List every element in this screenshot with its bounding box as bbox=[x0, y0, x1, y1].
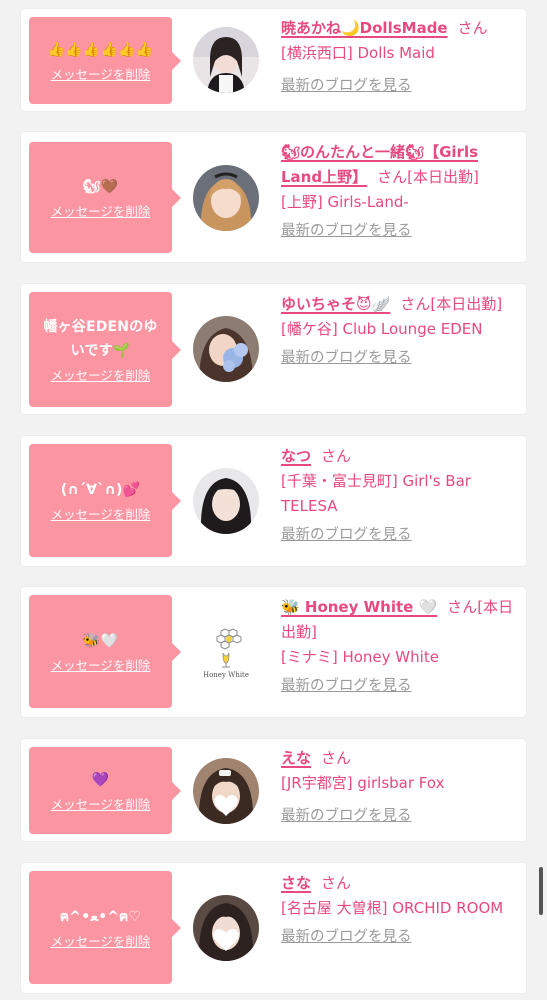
shop-label: [上野] Girls-Land- bbox=[281, 193, 409, 211]
sender-info: 🐝 Honey White 🤍 さん[本日出勤] [ミナミ] Honey Whit… bbox=[281, 595, 521, 699]
message-card: 💜 メッセージを削除 えな さん [JR宇都宮] girlsbar Fox 最新の… bbox=[21, 739, 526, 841]
message-bubble: ฅ^•ﻌ•^ฅ♡ メッセージを削除 bbox=[29, 871, 181, 984]
message-bubble: 💜 メッセージを削除 bbox=[29, 747, 181, 834]
avatar[interactable] bbox=[193, 316, 259, 382]
delete-message-link[interactable]: メッセージを削除 bbox=[51, 655, 151, 674]
work-status: [本日出勤] bbox=[430, 295, 503, 313]
avatar[interactable] bbox=[193, 165, 259, 231]
message-card: 🐿🤎 メッセージを削除 🐿のんたんと一緒🐿【Girls Land上野】 さん[本日… bbox=[21, 132, 526, 262]
message-card: 🐝🤍 メッセージを削除 Honey White 🐝 Honey White 🤍 … bbox=[21, 587, 526, 717]
sender-name-link[interactable]: 🐝 Honey White 🤍 bbox=[281, 598, 437, 616]
latest-blog-link[interactable]: 最新のブログを見る bbox=[281, 804, 521, 829]
shop-label: [JR宇都宮] girlsbar Fox bbox=[281, 774, 445, 792]
work-status: [本日出勤] bbox=[407, 168, 479, 186]
message-text: 💜 bbox=[91, 772, 110, 788]
latest-blog-link[interactable]: 最新のブログを見る bbox=[281, 219, 521, 244]
latest-blog-link[interactable]: 最新のブログを見る bbox=[281, 74, 521, 99]
message-card: ฅ^•ﻌ•^ฅ♡ メッセージを削除 さな さん [名古屋 大曽根] ORCHID … bbox=[21, 863, 526, 993]
delete-message-link[interactable]: メッセージを削除 bbox=[51, 365, 151, 384]
shop-label: [幡ケ谷] Club Lounge EDEN bbox=[281, 320, 483, 338]
sender-info: 🐿のんたんと一緒🐿【Girls Land上野】 さん[本日出勤] [上野] Gir… bbox=[281, 140, 521, 244]
honey-white-logo[interactable]: Honey White bbox=[193, 619, 259, 685]
honorific: さん bbox=[321, 447, 352, 465]
sender-name-link[interactable]: さな bbox=[281, 874, 311, 892]
message-bubble: (∩´∀`∩)💕 メッセージを削除 bbox=[29, 444, 181, 557]
delete-message-link[interactable]: メッセージを削除 bbox=[51, 504, 151, 523]
message-card: 幡ヶ谷EDENのゆいです🌱 メッセージを削除 ゆいちゃそ😈🪽 さん[本日出勤] [… bbox=[21, 284, 526, 414]
message-bubble: 幡ヶ谷EDENのゆいです🌱 メッセージを削除 bbox=[29, 292, 181, 407]
delete-message-link[interactable]: メッセージを削除 bbox=[51, 201, 151, 220]
latest-blog-link[interactable]: 最新のブログを見る bbox=[281, 523, 521, 548]
avatar[interactable] bbox=[193, 895, 259, 961]
sender-info: ゆいちゃそ😈🪽 さん[本日出勤] [幡ケ谷] Club Lounge EDEN 最… bbox=[281, 292, 521, 371]
sender-info: さな さん [名古屋 大曽根] ORCHID ROOM 最新のブログを見る bbox=[281, 871, 521, 950]
sender-name-link[interactable]: ゆいちゃそ😈🪽 bbox=[281, 295, 390, 313]
sender-info: 暁あかね🌙DollsMade さん [横浜西口] Dolls Maid 最新のブロ… bbox=[281, 16, 521, 99]
honorific: さん bbox=[400, 295, 431, 313]
message-text: 🐝🤍 bbox=[82, 633, 119, 649]
latest-blog-link[interactable]: 最新のブログを見る bbox=[281, 925, 521, 950]
honorific: さん bbox=[321, 749, 352, 767]
message-feed: 👍👍👍👍👍👍 メッセージを削除 暁あかね🌙DollsMade さん [横浜西口] … bbox=[0, 0, 547, 1000]
avatar[interactable] bbox=[193, 27, 259, 93]
latest-blog-link[interactable]: 最新のブログを見る bbox=[281, 346, 521, 371]
message-text: ฅ^•ﻌ•^ฅ♡ bbox=[59, 909, 142, 925]
shop-label: [名古屋 大曽根] ORCHID ROOM bbox=[281, 899, 504, 917]
message-bubble: 🐿🤎 メッセージを削除 bbox=[29, 142, 181, 253]
message-bubble: 👍👍👍👍👍👍 メッセージを削除 bbox=[29, 17, 181, 104]
delete-message-link[interactable]: メッセージを削除 bbox=[51, 794, 151, 813]
message-bubble: 🐝🤍 メッセージを削除 bbox=[29, 595, 181, 708]
message-text: (∩´∀`∩)💕 bbox=[60, 482, 141, 498]
shop-label: [千葉・富士見町] Girl's Bar TELESA bbox=[281, 472, 471, 515]
delete-message-link[interactable]: メッセージを削除 bbox=[51, 931, 151, 950]
sender-name-link[interactable]: えな bbox=[281, 749, 311, 767]
message-text: 🐿🤎 bbox=[82, 179, 119, 195]
shop-label: [ミナミ] Honey White bbox=[281, 648, 439, 666]
message-text: 👍👍👍👍👍👍 bbox=[47, 42, 154, 58]
sender-info: えな さん [JR宇都宮] girlsbar Fox 最新のブログを見る bbox=[281, 746, 521, 829]
shop-label: [横浜西口] Dolls Maid bbox=[281, 44, 435, 62]
svg-text:Honey White: Honey White bbox=[203, 671, 249, 679]
honorific: さん bbox=[377, 168, 408, 186]
message-card: (∩´∀`∩)💕 メッセージを削除 なつ さん [千葉・富士見町] Girl's … bbox=[21, 436, 526, 566]
message-card: 👍👍👍👍👍👍 メッセージを削除 暁あかね🌙DollsMade さん [横浜西口] … bbox=[21, 9, 526, 111]
honorific: さん bbox=[457, 19, 488, 37]
sender-name-link[interactable]: 暁あかね🌙DollsMade bbox=[281, 19, 448, 37]
scrollbar[interactable] bbox=[539, 867, 543, 915]
honorific: さん bbox=[321, 874, 352, 892]
latest-blog-link[interactable]: 最新のブログを見る bbox=[281, 674, 521, 699]
delete-message-link[interactable]: メッセージを削除 bbox=[51, 64, 151, 83]
avatar[interactable] bbox=[193, 758, 259, 824]
sender-name-link[interactable]: なつ bbox=[281, 447, 311, 465]
honorific: さん bbox=[447, 598, 478, 616]
message-text: 幡ヶ谷EDENのゆいです🌱 bbox=[43, 319, 158, 359]
sender-info: なつ さん [千葉・富士見町] Girl's Bar TELESA 最新のブログを… bbox=[281, 444, 521, 548]
avatar[interactable] bbox=[193, 468, 259, 534]
